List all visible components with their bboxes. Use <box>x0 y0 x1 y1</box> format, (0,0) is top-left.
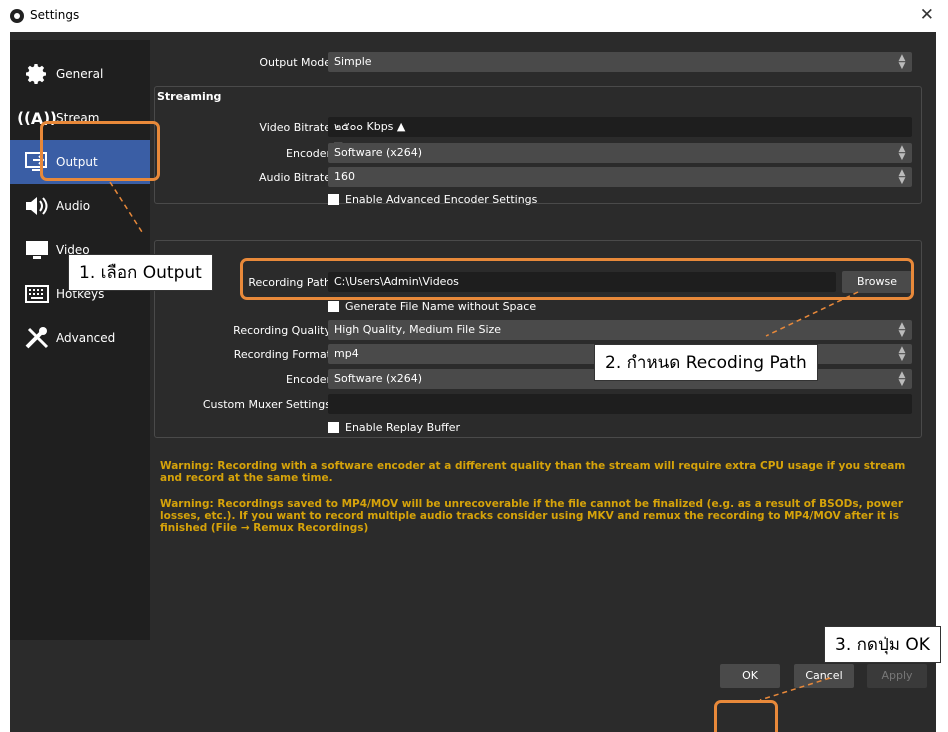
checkbox-label: Enable Replay Buffer <box>345 421 461 434</box>
audio-bitrate-label: Audio Bitrate <box>258 171 331 184</box>
custom-muxer-label: Custom Muxer Settings <box>202 398 331 411</box>
spinner-icon: ▲ ▼ <box>898 53 906 71</box>
recording-quality-label: Recording Quality <box>233 324 331 337</box>
callout-step-2: 2. กำหนด Recoding Path <box>594 344 818 381</box>
window-title: Settings <box>30 8 80 22</box>
warning-cpu-usage: Warning: Recording with a software encod… <box>160 460 906 484</box>
ok-button[interactable]: OK <box>720 664 780 688</box>
recording-quality-select[interactable]: High Quality, Medium File Size ▲ ▼ <box>328 320 912 340</box>
output-mode-value: Simple <box>334 55 372 68</box>
sidebar-item-general[interactable]: General <box>10 52 150 96</box>
recording-format-value: mp4 <box>334 347 359 360</box>
checkbox-box[interactable] <box>328 301 339 312</box>
recording-quality-value: High Quality, Medium File Size <box>334 323 502 336</box>
no-space-filename-checkbox[interactable]: Generate File Name without Space <box>328 300 536 313</box>
highlight-recording-path <box>240 258 914 300</box>
checkbox-box[interactable] <box>328 194 339 205</box>
highlight-output <box>40 121 160 181</box>
audio-bitrate-value: 160 <box>334 170 355 183</box>
sidebar-item-audio[interactable]: Audio <box>10 184 150 228</box>
output-mode-select[interactable]: Simple ▲ ▼ <box>328 52 912 72</box>
speaker-icon <box>24 193 50 219</box>
gear-icon <box>24 61 50 87</box>
tools-icon <box>24 325 50 351</box>
stream-encoder-value: Software (x264) <box>334 146 423 159</box>
sidebar-item-advanced[interactable]: Advanced <box>10 316 150 360</box>
video-bitrate-value: ๒๕๐๐ Kbps <box>334 120 394 133</box>
spinner-icon: ▲ ▼ <box>898 168 906 186</box>
audio-bitrate-select[interactable]: 160 ▲ ▼ <box>328 167 912 187</box>
monitor-icon <box>24 237 50 263</box>
obs-app-icon <box>10 9 24 23</box>
sidebar-item-label: General <box>56 67 104 81</box>
custom-muxer-input[interactable] <box>328 394 912 414</box>
recording-encoder-value: Software (x264) <box>334 372 423 385</box>
spinner-icon: ▲ ▼ <box>898 321 906 339</box>
apply-button[interactable]: Apply <box>867 664 927 688</box>
spinner-icon: ▲ ▼ <box>898 370 906 388</box>
checkbox-box[interactable] <box>328 422 339 433</box>
stream-encoder-select[interactable]: Software (x264) ▲ ▼ <box>328 143 912 163</box>
video-bitrate-label: Video Bitrate <box>259 121 331 134</box>
replay-buffer-checkbox[interactable]: Enable Replay Buffer <box>328 421 460 434</box>
close-icon[interactable]: ✕ <box>920 5 934 25</box>
output-mode-label: Output Mode <box>259 56 331 69</box>
spinner-icon: ▲ ▼ <box>898 345 906 363</box>
recording-encoder-label: Encoder <box>286 373 331 386</box>
callout-step-1: 1. เลือก Output <box>68 254 213 291</box>
highlight-ok-button <box>714 700 778 732</box>
checkbox-label: Generate File Name without Space <box>345 300 537 313</box>
output-settings-panel: Output Mode Simple ▲ ▼ Streaming Video Bi… <box>150 32 936 732</box>
video-bitrate-input[interactable]: ๒๕๐๐ Kbps ▲▼ <box>328 117 912 153</box>
checkbox-label: Enable Advanced Encoder Settings <box>345 193 538 206</box>
cancel-button[interactable]: Cancel <box>794 664 854 688</box>
streaming-group-title: Streaming <box>157 90 222 103</box>
stream-encoder-label: Encoder <box>286 147 331 160</box>
warning-mp4-recovery: Warning: Recordings saved to MP4/MOV wil… <box>160 498 904 534</box>
sidebar-item-label: Audio <box>56 199 91 213</box>
callout-step-3: 3. กดปุ่ม OK <box>824 626 941 663</box>
recording-format-label: Recording Format <box>233 348 331 361</box>
sidebar-item-label: Advanced <box>56 331 116 345</box>
spinner-icon: ▲ ▼ <box>898 144 906 162</box>
keyboard-icon <box>24 281 50 307</box>
advanced-encoder-checkbox[interactable]: Enable Advanced Encoder Settings <box>328 193 537 206</box>
title-bar: Settings ✕ <box>0 0 948 32</box>
